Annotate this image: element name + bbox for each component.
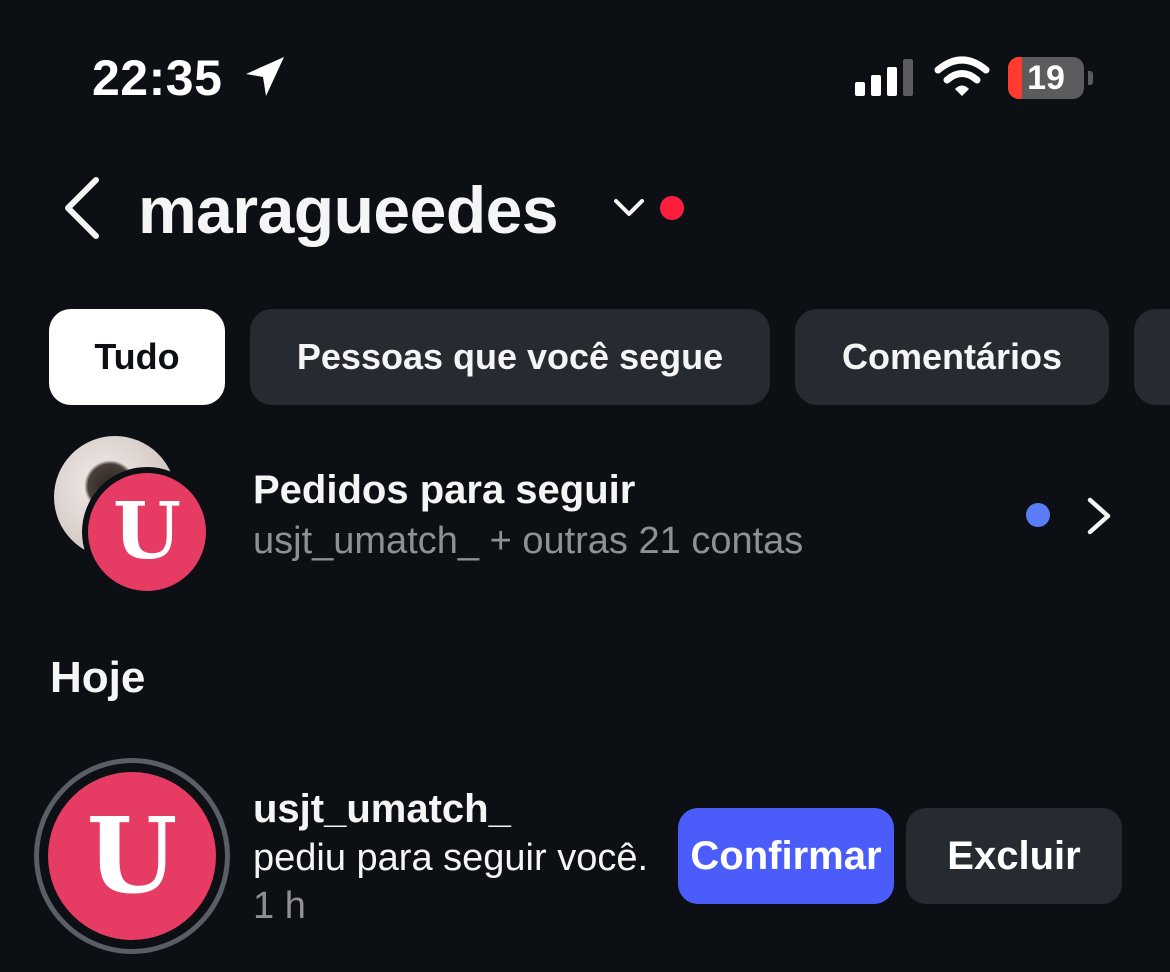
- wifi-icon: [934, 56, 990, 96]
- notification-time: 1 h: [253, 885, 306, 927]
- notification-text: pediu para seguir você. 1 h: [253, 834, 653, 930]
- follow-request-avatar: U: [82, 467, 212, 597]
- battery-level: 19: [1027, 59, 1065, 97]
- filter-chip-tudo[interactable]: Tudo: [49, 309, 225, 405]
- account-username[interactable]: maragueedes: [138, 170, 559, 250]
- confirm-button[interactable]: Confirmar: [678, 808, 894, 904]
- notification-message: pediu para seguir você.: [253, 837, 649, 879]
- back-chevron-icon[interactable]: [60, 176, 104, 240]
- delete-button[interactable]: Excluir: [906, 808, 1122, 904]
- follow-requests-subtitle: usjt_umatch_ + outras 21 contas: [253, 520, 804, 562]
- follow-requests-title[interactable]: Pedidos para seguir: [253, 466, 635, 514]
- new-requests-dot: [1026, 503, 1050, 527]
- chevron-right-icon[interactable]: [1084, 496, 1114, 536]
- status-time: 22:35: [92, 50, 223, 106]
- cellular-signal-icon: [855, 59, 913, 96]
- location-arrow-icon: [246, 57, 284, 96]
- unread-dot: [660, 196, 684, 220]
- notification-username[interactable]: usjt_umatch_: [253, 785, 511, 833]
- filter-chip-more[interactable]: [1134, 309, 1170, 405]
- section-header-today: Hoje: [50, 653, 146, 702]
- filter-chip-following[interactable]: Pessoas que você segue: [250, 309, 770, 405]
- filter-chip-comments[interactable]: Comentários: [795, 309, 1109, 405]
- account-switch-caret-icon[interactable]: [612, 196, 646, 220]
- notification-avatar[interactable]: U: [48, 772, 216, 940]
- avatar-letter: U: [86, 794, 178, 917]
- battery-indicator: 19: [1008, 57, 1093, 99]
- battery-tip: [1088, 71, 1093, 85]
- avatar-letter: U: [112, 486, 182, 577]
